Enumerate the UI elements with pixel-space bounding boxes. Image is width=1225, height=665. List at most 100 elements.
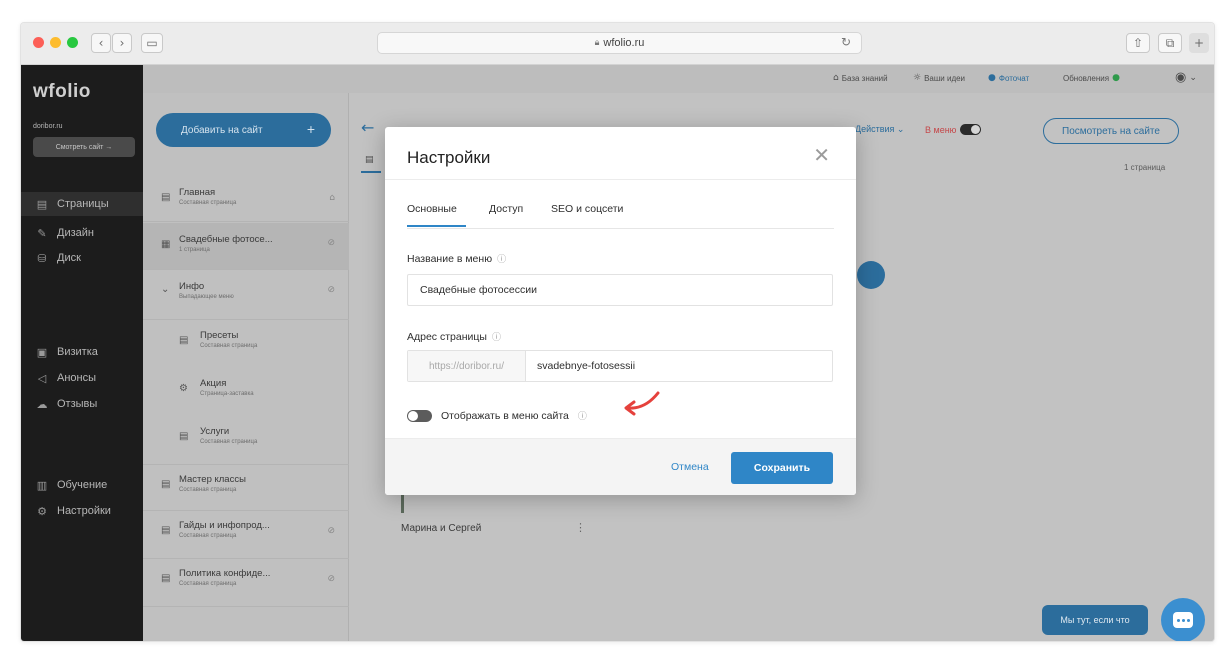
page-list-item[interactable]: ▤ Услуги Составная страница xyxy=(143,417,349,465)
page-list-item[interactable]: ▤ Политика конфиде... Составная страница… xyxy=(143,559,349,607)
page-list-item[interactable]: ▤ Главная Составная страница ⌂ xyxy=(143,178,349,222)
help-icon[interactable]: ⓘ xyxy=(578,409,587,422)
forward-icon[interactable]: › xyxy=(112,33,132,53)
arrow-annotation-icon xyxy=(624,391,660,416)
page-list-item[interactable]: ⚙ Акция Страница-заставка xyxy=(143,369,349,417)
knowledge-base-label: База знаний xyxy=(841,73,888,83)
sidebar-item-label: Настройки xyxy=(57,505,111,517)
user-menu[interactable]: ◉ ⌄ xyxy=(1175,70,1197,85)
hidden-eye-icon: ⊘ xyxy=(327,574,335,584)
page-list-item[interactable]: ▤ Мастер классы Составная страница xyxy=(143,465,349,511)
show-in-menu-row: Отображать в меню сайта ⓘ xyxy=(407,409,587,422)
address-slug-input[interactable]: svadebnye-fotosessii xyxy=(526,351,635,381)
photochat-label: Фоточат xyxy=(998,73,1030,83)
page-icon: ▤ xyxy=(36,197,48,211)
actions-dropdown[interactable]: Действия ⌄ xyxy=(855,124,904,135)
divider xyxy=(407,228,834,229)
active-tab-indicator xyxy=(407,225,466,227)
menu-name-label: Название в меню ⓘ xyxy=(407,252,506,266)
back-arrow-icon[interactable]: ← xyxy=(361,118,374,137)
sidebar-item-reviews[interactable]: ☁ Отзывы xyxy=(21,392,143,416)
brush-icon: ✎ xyxy=(37,226,47,240)
tabs-icon[interactable]: ⧉ xyxy=(1158,33,1182,53)
pages-list-panel: Добавить на сайт + ▤ Главная Составная с… xyxy=(143,93,349,641)
updates-link[interactable]: Обновления ● xyxy=(1063,73,1120,83)
cancel-button[interactable]: Отмена xyxy=(671,461,709,473)
page-title: Гайды и инфопрод... xyxy=(179,520,270,531)
save-button[interactable]: Сохранить xyxy=(731,452,833,484)
photochat-link[interactable]: ● Фоточат xyxy=(988,73,1029,83)
tab-seo[interactable]: SEO и соцсети xyxy=(551,203,623,215)
app-header: ⌂ База знаний ☼ Ваши идеи ● Фоточат Обно… xyxy=(143,65,1214,93)
maximize-window-button[interactable] xyxy=(67,37,78,48)
app-logo[interactable]: wfolio xyxy=(33,81,91,103)
page-subtitle: Страница-заставка xyxy=(200,391,254,397)
in-menu-toggle[interactable]: В меню xyxy=(925,124,982,135)
minimize-window-button[interactable] xyxy=(50,37,61,48)
reload-icon[interactable]: ↻ xyxy=(841,35,851,49)
sidebar-item-announcements[interactable]: ◁ Анонсы xyxy=(21,366,143,390)
card-icon: ▣ xyxy=(36,345,48,359)
tab-basic[interactable]: Основные xyxy=(407,203,457,215)
chevron-down-icon: ⌄ xyxy=(161,284,170,295)
hidden-eye-icon: ⊘ xyxy=(327,526,335,536)
show-in-menu-toggle[interactable] xyxy=(407,409,432,422)
add-block-button[interactable] xyxy=(857,261,885,289)
gallery-icon: ▦ xyxy=(161,239,171,250)
sidebar-item-disk[interactable]: ⛁ Диск xyxy=(21,246,143,270)
share-icon[interactable]: ⇧ xyxy=(1126,33,1150,53)
add-to-site-label: Добавить на сайт xyxy=(181,124,263,136)
page-title: Свадебные фотосе... xyxy=(179,234,273,245)
chat-prompt[interactable]: Мы тут, если что xyxy=(1042,605,1148,635)
sidebar-item-card[interactable]: ▣ Визитка xyxy=(21,340,143,364)
close-icon[interactable]: ✕ xyxy=(813,143,830,167)
page-list-item[interactable]: ▤ Гайды и инфопрод... Составная страница… xyxy=(143,511,349,559)
promo-icon: ⚙ xyxy=(179,383,188,394)
menu-name-input[interactable]: Свадебные фотосессии xyxy=(407,274,833,306)
in-menu-switch[interactable] xyxy=(960,124,982,135)
sidebar-item-design[interactable]: ✎ Дизайн xyxy=(21,221,143,245)
modal-footer: Отмена Сохранить xyxy=(385,439,856,495)
knowledge-base-link[interactable]: ⌂ База знаний xyxy=(833,73,888,83)
page-title: Политика конфиде... xyxy=(179,568,271,579)
sidebar-item-settings[interactable]: ⚙ Настройки xyxy=(21,499,143,523)
chat-button[interactable] xyxy=(1161,598,1205,641)
hidden-eye-icon: ⊘ xyxy=(327,285,335,295)
gallery-card-name[interactable]: Марина и Сергей xyxy=(401,523,481,534)
add-to-site-button[interactable]: Добавить на сайт + xyxy=(156,113,331,147)
help-icon[interactable]: ⓘ xyxy=(497,252,506,265)
view-on-site-button[interactable]: Посмотреть на сайте xyxy=(1043,118,1179,144)
sidebar-item-learning[interactable]: ▥ Обучение xyxy=(21,473,143,497)
tab-access[interactable]: Доступ xyxy=(489,203,523,215)
page-list-item[interactable]: ▤ Пресеты Составная страница xyxy=(143,321,349,369)
main-sidebar: wfolio doribor.ru Смотреть сайт → ▤ Стра… xyxy=(21,65,143,641)
more-options-icon[interactable]: ⋮ xyxy=(575,521,586,534)
lock-icon: 🔒︎ xyxy=(594,38,600,48)
page-subtitle: Составная страница xyxy=(179,487,237,493)
sidebar-item-label: Дизайн xyxy=(57,227,94,239)
screenshot-frame: ‹ › ▭ 🔒︎ wfolio.ru ↻ ⇧ ⧉ + wfolio doribo… xyxy=(20,22,1215,642)
chevron-down-icon: ⌄ xyxy=(1189,72,1197,83)
page-icon: ▤ xyxy=(179,335,189,346)
photochat-icon: ● xyxy=(988,73,996,83)
page-title: Мастер классы xyxy=(179,474,246,485)
help-icon[interactable]: ⓘ xyxy=(492,330,501,343)
ideas-label: Ваши идеи xyxy=(924,73,966,83)
back-icon[interactable]: ‹ xyxy=(91,33,111,53)
book-icon: ▥ xyxy=(36,478,48,492)
sidebar-item-pages[interactable]: ▤ Страницы xyxy=(21,192,143,216)
page-subtitle: Составная страница xyxy=(179,533,237,539)
ideas-link[interactable]: ☼ Ваши идеи xyxy=(913,73,965,83)
address-label-text: Адрес страницы xyxy=(407,330,487,343)
page-subtitle: Составная страница xyxy=(179,581,237,587)
address-bar[interactable]: 🔒︎ wfolio.ru xyxy=(377,32,862,54)
sidebar-toggle-icon[interactable]: ▭ xyxy=(141,33,163,53)
visit-site-button[interactable]: Смотреть сайт → xyxy=(33,137,135,157)
close-window-button[interactable] xyxy=(33,37,44,48)
gear-icon: ⚙ xyxy=(37,504,47,518)
page-list-item[interactable]: ⌄ Инфо Выпадающее меню ⊘ xyxy=(143,270,349,320)
sidebar-item-label: Диск xyxy=(57,252,81,264)
page-title: Пресеты xyxy=(200,330,239,341)
page-list-item[interactable]: ▦ Свадебные фотосе... 1 страница ⊘ xyxy=(143,223,349,270)
new-tab-icon[interactable]: + xyxy=(1189,33,1209,53)
